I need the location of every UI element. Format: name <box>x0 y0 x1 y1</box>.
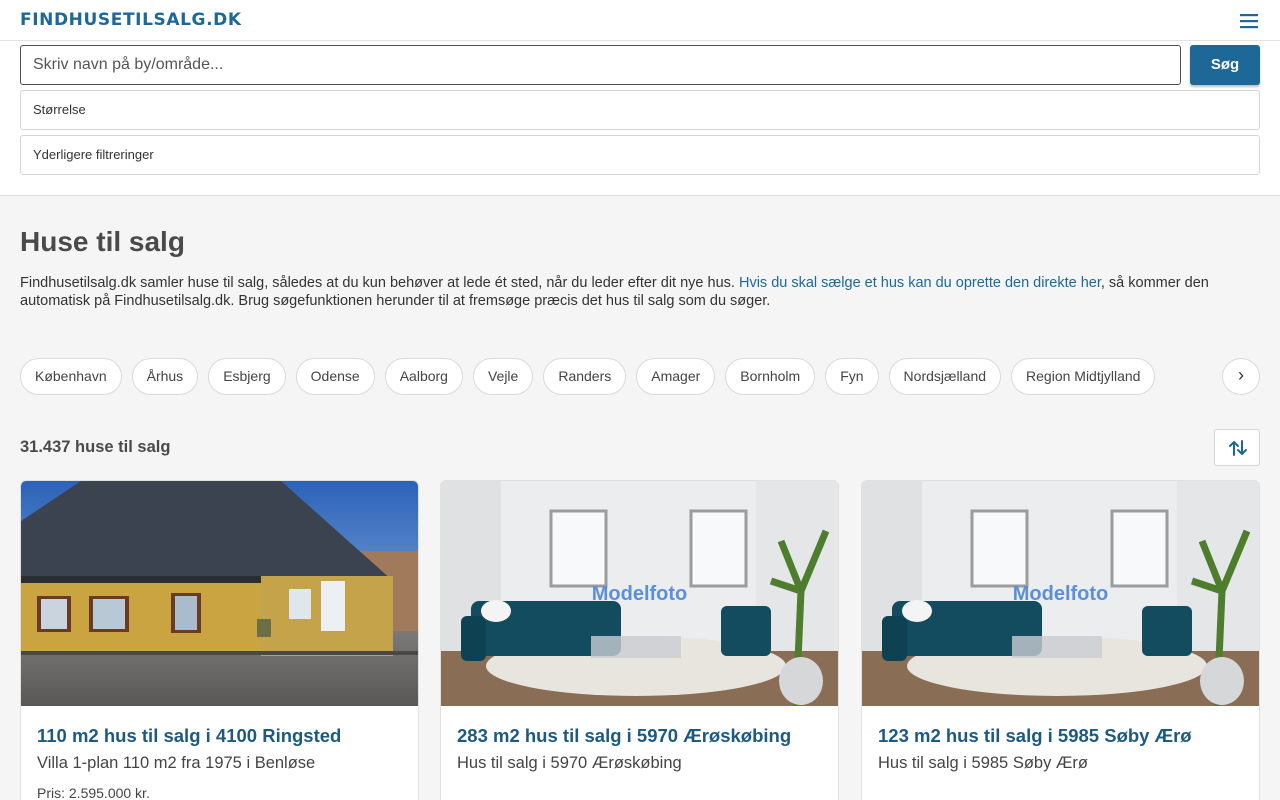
location-chip[interactable]: Odense <box>295 358 375 395</box>
site-logo[interactable]: FINDHUSETILSALG.DK <box>20 10 242 30</box>
listing-card[interactable]: Modelfoto 283 m2 hus til salg i 5970 Ærø… <box>440 480 839 800</box>
chips-next-button[interactable]: › <box>1222 358 1260 395</box>
search-input[interactable] <box>20 45 1181 85</box>
location-chips: København Århus Esbjerg Odense Aalborg Vejle R… <box>20 358 1260 396</box>
hamburger-menu-icon[interactable] <box>1238 10 1262 32</box>
listing-title[interactable]: 283 m2 hus til salg i 5970 Ærøskøbing <box>457 725 791 747</box>
more-filters[interactable]: Yderligere filtreringer <box>20 135 1260 175</box>
location-chip[interactable]: Fyn <box>825 358 879 395</box>
location-chip[interactable]: Århus <box>131 358 199 395</box>
intro-text: Findhusetilsalg.dk samler huse til salg,… <box>20 274 1260 310</box>
listing-subtitle: Villa 1-plan 110 m2 fra 1975 i Benløse <box>37 754 316 772</box>
listing-subtitle: Hus til salg i 5985 Søby Ærø <box>878 754 1088 772</box>
location-chip[interactable]: København <box>20 358 122 395</box>
sort-arrows-icon <box>1229 440 1247 456</box>
listing-price: Pris: 2.595.000 kr. <box>37 785 150 800</box>
listing-title[interactable]: 123 m2 hus til salg i 5985 Søby Ærø <box>878 725 1192 747</box>
listing-subtitle: Hus til salg i 5970 Ærøskøbing <box>457 754 682 772</box>
result-count: 31.437 huse til salg <box>20 438 171 456</box>
page-title: Huse til salg <box>20 226 185 257</box>
search-button[interactable]: Søg <box>1190 45 1260 85</box>
modelfoto-overlay: Modelfoto <box>1012 583 1109 605</box>
search-panel: Søg Størrelse Yderligere filtreringer <box>0 41 1280 196</box>
sort-button[interactable] <box>1214 429 1260 466</box>
sell-house-link[interactable]: Hvis du skal sælge et hus kan du oprette… <box>739 275 1101 291</box>
listing-photo: Modelfoto <box>441 481 838 706</box>
listing-card[interactable]: Modelfoto 123 m2 hus til salg i 5985 Søb… <box>861 480 1260 800</box>
top-bar: FINDHUSETILSALG.DK <box>0 0 1280 41</box>
location-chip[interactable]: Esbjerg <box>208 358 286 395</box>
location-chip[interactable]: Nordsjælland <box>888 358 1002 395</box>
modelfoto-overlay: Modelfoto <box>591 583 688 605</box>
location-chip[interactable]: Region Midtjylland <box>1011 358 1156 395</box>
location-chip[interactable]: Randers <box>543 358 627 395</box>
location-chip[interactable]: Aalborg <box>384 358 463 395</box>
listing-card[interactable]: 110 m2 hus til salg i 4100 Ringsted Vill… <box>20 480 419 800</box>
location-chip[interactable]: Vejle <box>472 358 534 395</box>
location-chip[interactable]: Amager <box>636 358 716 395</box>
listing-title[interactable]: 110 m2 hus til salg i 4100 Ringsted <box>37 725 341 747</box>
listing-photo: Modelfoto <box>862 481 1259 706</box>
intro-text-start: Findhusetilsalg.dk samler huse til salg,… <box>20 275 739 291</box>
location-chip[interactable]: Bornholm <box>725 358 816 395</box>
size-filter[interactable]: Størrelse <box>20 90 1260 130</box>
listing-photo <box>21 481 418 706</box>
